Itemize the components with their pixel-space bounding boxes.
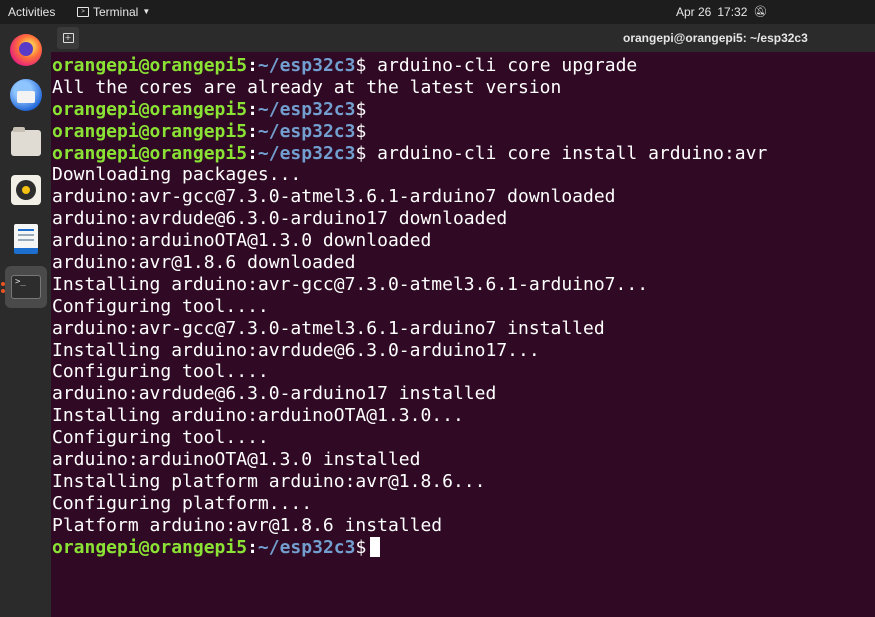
new-tab-button[interactable]: + bbox=[57, 27, 79, 49]
command-text: arduino-cli core upgrade bbox=[377, 55, 638, 76]
dock-item-firefox[interactable] bbox=[5, 29, 47, 71]
prompt-separator: : bbox=[247, 120, 258, 142]
terminal-header: + orangepi@orangepi5: ~/esp32c3 bbox=[51, 24, 875, 52]
prompt-separator: : bbox=[247, 536, 258, 558]
terminal-body[interactable]: orangepi@orangepi5:~/esp32c3$ arduino-cl… bbox=[51, 52, 875, 617]
prompt-line: orangepi@orangepi5:~/esp32c3$ arduino-cl… bbox=[52, 55, 767, 77]
clock-time: 17:32 bbox=[717, 5, 748, 19]
clock-date: Apr 26 bbox=[676, 5, 712, 19]
output-line: arduino:arduinoOTA@1.3.0 downloaded bbox=[52, 230, 432, 252]
dock-item-writer[interactable] bbox=[5, 218, 47, 260]
prompt-symbol: $ bbox=[355, 536, 367, 558]
activities-button[interactable]: Activities bbox=[8, 0, 55, 24]
output-line: Installing arduino:avrdude@6.3.0-arduino… bbox=[52, 339, 540, 361]
dock-item-rhythmbox[interactable] bbox=[5, 169, 47, 211]
prompt-user: orangepi@orangepi5 bbox=[52, 142, 248, 164]
prompt-user: orangepi@orangepi5 bbox=[52, 98, 248, 120]
prompt-line: orangepi@orangepi5:~/esp32c3$ bbox=[52, 99, 767, 121]
output-line: Installing arduino:avr-gcc@7.3.0-atmel3.… bbox=[52, 273, 649, 295]
output-line: arduino:avrdude@6.3.0-arduino17 download… bbox=[52, 208, 508, 230]
output-line: Installing platform arduino:avr@1.8.6... bbox=[52, 470, 486, 492]
prompt-symbol: $ bbox=[355, 142, 367, 164]
text-cursor bbox=[370, 536, 381, 557]
clock[interactable]: Apr 26 17:32 🔕︎ bbox=[676, 0, 767, 24]
prompt-symbol: $ bbox=[355, 98, 367, 120]
prompt-symbol: $ bbox=[355, 55, 367, 76]
prompt-path: ~/esp32c3 bbox=[257, 120, 356, 142]
prompt-separator: : bbox=[247, 55, 258, 76]
prompt-symbol: $ bbox=[355, 120, 367, 142]
output-line: arduino:avr@1.8.6 downloaded bbox=[52, 252, 356, 274]
output-line: Installing arduino:arduinoOTA@1.3.0... bbox=[52, 405, 464, 427]
output-line: Configuring tool.... bbox=[52, 361, 269, 383]
app-menu[interactable]: > Terminal ▼ bbox=[77, 0, 150, 24]
dock: >_ bbox=[0, 24, 51, 617]
prompt-line: orangepi@orangepi5:~/esp32c3$ bbox=[52, 121, 767, 143]
prompt-line: orangepi@orangepi5:~/esp32c3$ arduino-cl… bbox=[52, 143, 767, 165]
files-icon bbox=[11, 127, 41, 156]
dock-item-thunderbird[interactable] bbox=[5, 74, 47, 116]
output-line: arduino:avr-gcc@7.3.0-atmel3.6.1-arduino… bbox=[52, 186, 616, 208]
output-line: Downloading packages... bbox=[52, 164, 302, 186]
rhythmbox-icon bbox=[11, 175, 41, 205]
prompt-user: orangepi@orangepi5 bbox=[52, 120, 248, 142]
output-line: All the cores are already at the latest … bbox=[52, 76, 562, 98]
prompt-user: orangepi@orangepi5 bbox=[52, 55, 248, 76]
output-line: Configuring platform.... bbox=[52, 492, 313, 514]
output-line: arduino:avr-gcc@7.3.0-atmel3.6.1-arduino… bbox=[52, 317, 605, 339]
output-line: arduino:avrdude@6.3.0-arduino17 installe… bbox=[52, 383, 497, 405]
prompt-path: ~/esp32c3 bbox=[257, 142, 356, 164]
output-line: arduino:arduinoOTA@1.3.0 installed bbox=[52, 449, 421, 471]
prompt-path: ~/esp32c3 bbox=[257, 55, 356, 76]
prompt-user: orangepi@orangepi5 bbox=[52, 536, 248, 558]
output-line: Configuring tool.... bbox=[52, 427, 269, 449]
window-title: orangepi@orangepi5: ~/esp32c3 bbox=[623, 31, 808, 45]
prompt-line: orangepi@orangepi5:~/esp32c3$ bbox=[52, 536, 767, 559]
prompt-separator: : bbox=[247, 98, 258, 120]
top-bar: Activities > Terminal ▼ Apr 26 17:32 🔕︎ bbox=[0, 0, 875, 24]
writer-icon bbox=[14, 224, 38, 254]
prompt-path: ~/esp32c3 bbox=[257, 536, 356, 558]
dock-item-terminal[interactable]: >_ bbox=[5, 266, 47, 308]
thunderbird-icon bbox=[10, 79, 42, 111]
firefox-icon bbox=[10, 34, 42, 66]
new-tab-icon: + bbox=[62, 33, 74, 43]
output-line: Configuring tool.... bbox=[52, 295, 269, 317]
command-text: arduino-cli core install arduino:avr bbox=[377, 142, 768, 164]
terminal-output: orangepi@orangepi5:~/esp32c3$ arduino-cl… bbox=[52, 55, 767, 558]
chevron-down-icon: ▼ bbox=[142, 7, 151, 16]
output-line: Platform arduino:avr@1.8.6 installed bbox=[52, 514, 443, 536]
app-menu-label: Terminal bbox=[93, 5, 139, 19]
terminal-app-icon: > bbox=[77, 7, 89, 17]
prompt-path: ~/esp32c3 bbox=[257, 98, 356, 120]
prompt-separator: : bbox=[247, 142, 258, 164]
dock-item-files[interactable] bbox=[5, 122, 47, 164]
terminal-icon: >_ bbox=[11, 275, 41, 299]
notifications-muted-icon: 🔕︎ bbox=[753, 6, 768, 18]
